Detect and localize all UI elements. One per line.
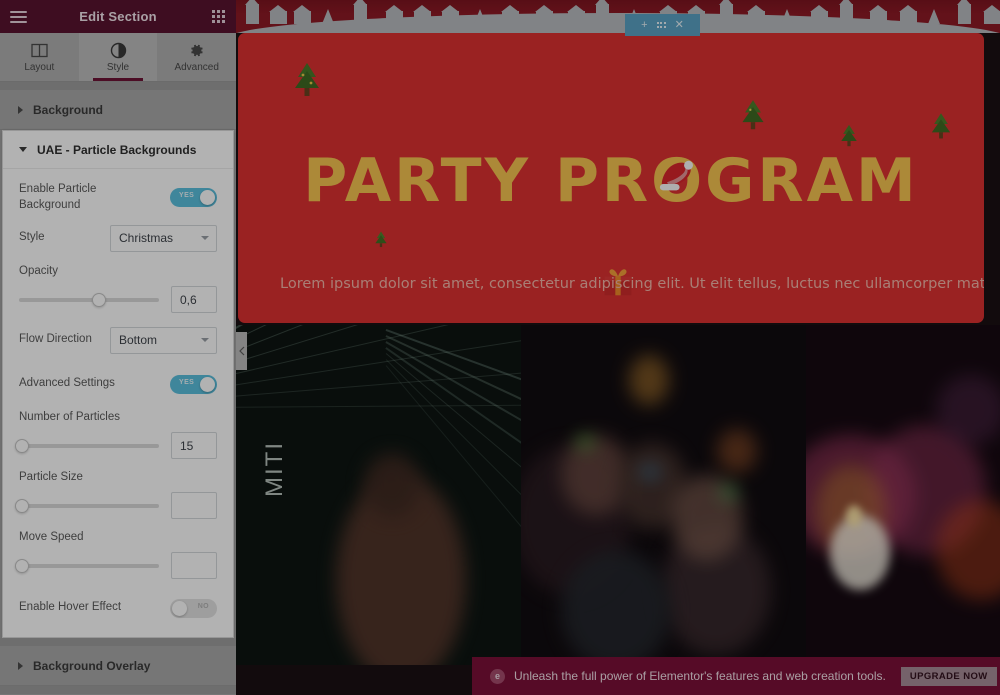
opacity-slider-handle[interactable]: [91, 292, 106, 307]
accordion-background-label: Background: [33, 102, 104, 117]
chevron-right-icon: [18, 661, 23, 670]
image-gallery: MITI: [236, 325, 1000, 665]
christmas-tree-particle: [375, 231, 387, 248]
tab-style[interactable]: Style: [78, 33, 158, 81]
close-icon[interactable]: ✕: [675, 19, 684, 31]
flow-direction-select[interactable]: Bottom: [110, 326, 217, 354]
move-speed-value[interactable]: [171, 552, 217, 580]
preview-canvas[interactable]: + ✕ PARTY PROGRAM Lorem ipsum dolor sit …: [236, 0, 1000, 695]
chevron-left-icon: [238, 346, 244, 356]
gallery-image-candle-flowers[interactable]: [806, 325, 1000, 665]
panel-tabs: Layout Style Advanced: [0, 33, 236, 82]
uae-card-body: Enable Particle Background YES Style Chr…: [3, 169, 233, 637]
control-flow-direction: Flow Direction Bottom: [19, 325, 217, 355]
chevron-down-icon: [201, 236, 209, 241]
control-move-speed: Move Speed: [14, 531, 217, 580]
hero-subtitle: Lorem ipsum dolor sit amet, consectetur …: [280, 276, 984, 292]
number-of-particles-slider-handle[interactable]: [14, 438, 29, 453]
columns-icon: [31, 43, 48, 57]
control-particle-size: Particle Size: [14, 471, 217, 520]
tab-layout-label: Layout: [24, 61, 55, 73]
promo-text: Unleash the full power of Elementor's fe…: [514, 669, 886, 683]
style-select-value: Christmas: [119, 231, 174, 246]
chevron-right-icon: [18, 105, 23, 114]
move-speed-label: Move Speed: [19, 531, 84, 544]
particle-size-slider[interactable]: [14, 498, 159, 513]
gear-icon: [191, 44, 203, 56]
contrast-icon: [110, 42, 126, 58]
panel-divider: [0, 686, 236, 695]
enable-hover-effect-label: Enable Hover Effect: [19, 601, 122, 614]
christmas-village-banner: [236, 0, 1000, 33]
move-speed-slider[interactable]: [14, 558, 159, 573]
tab-advanced-label: Advanced: [174, 61, 219, 73]
miti-wall-text: MITI: [261, 441, 288, 497]
opacity-value[interactable]: 0,6: [171, 286, 217, 314]
elementor-promo-bar: e Unleash the full power of Elementor's …: [472, 657, 1000, 695]
accordion-background[interactable]: Background: [0, 90, 236, 130]
flow-direction-label: Flow Direction: [19, 333, 92, 346]
hero-title: PARTY PROGRAM: [303, 146, 919, 216]
opacity-slider[interactable]: [19, 292, 159, 307]
toggle-value: YES: [179, 192, 195, 200]
drag-dots-icon[interactable]: [656, 22, 666, 28]
gallery-image-crowd[interactable]: [521, 325, 806, 665]
panel-title: Edit Section: [79, 9, 157, 24]
editor-panel: Edit Section Layout Style Advanced Backg…: [0, 0, 236, 695]
control-advanced-settings: Advanced Settings YES: [19, 369, 217, 399]
advanced-settings-label: Advanced Settings: [19, 377, 115, 390]
enable-particle-background-toggle[interactable]: YES: [170, 188, 217, 208]
uae-card-header[interactable]: UAE - Particle Backgrounds: [3, 131, 233, 169]
particle-size-label: Particle Size: [19, 471, 83, 484]
chevron-down-icon: [19, 147, 27, 152]
control-enable-particle-background: Enable Particle Background YES: [19, 182, 217, 213]
style-label: Style: [19, 231, 45, 244]
hamburger-icon[interactable]: [0, 8, 36, 26]
control-style: Style Christmas: [19, 223, 217, 253]
toggle-knob: [200, 190, 215, 206]
plus-icon[interactable]: +: [641, 19, 647, 31]
control-enable-hover-effect: Enable Hover Effect NO: [19, 593, 217, 623]
chevron-down-icon: [201, 338, 209, 343]
particle-size-slider-handle[interactable]: [14, 498, 29, 513]
panel-divider: [0, 82, 236, 90]
control-number-of-particles: Number of Particles 15: [14, 411, 217, 460]
elementor-logo-icon: e: [490, 668, 505, 684]
advanced-settings-toggle[interactable]: YES: [170, 374, 217, 394]
control-opacity: Opacity 0,6: [19, 265, 217, 314]
grid-widgets-icon[interactable]: [200, 10, 236, 23]
panel-header: Edit Section: [0, 0, 236, 33]
style-select[interactable]: Christmas: [110, 224, 217, 252]
move-speed-slider-handle[interactable]: [14, 558, 29, 573]
section-toolbar[interactable]: + ✕: [625, 14, 700, 36]
tab-style-label: Style: [106, 61, 130, 73]
christmas-tree-particle: [295, 63, 319, 96]
christmas-tree-particle: [931, 113, 951, 139]
elementor-editor-screen: + ✕ PARTY PROGRAM Lorem ipsum dolor sit …: [0, 0, 1000, 695]
toggle-value: NO: [197, 602, 209, 610]
hero-section[interactable]: PARTY PROGRAM Lorem ipsum dolor sit amet…: [238, 33, 984, 323]
number-of-particles-label: Number of Particles: [19, 411, 120, 424]
opacity-label: Opacity: [19, 265, 58, 278]
uae-card-title: UAE - Particle Backgrounds: [37, 142, 197, 157]
panel-divider: [0, 638, 236, 647]
christmas-tree-particle: [742, 100, 764, 130]
uae-particle-backgrounds-card: UAE - Particle Backgrounds Enable Partic…: [2, 130, 234, 639]
toggle-knob: [172, 600, 187, 616]
number-of-particles-slider[interactable]: [14, 438, 159, 453]
gallery-image-laser-show[interactable]: MITI: [236, 325, 521, 665]
flow-direction-select-value: Bottom: [119, 333, 158, 348]
enable-hover-effect-toggle[interactable]: NO: [170, 598, 217, 618]
enable-particle-background-label: Enable Particle Background: [19, 183, 97, 211]
number-of-particles-value[interactable]: 15: [171, 432, 217, 460]
accordion-background-overlay-label: Background Overlay: [33, 658, 151, 673]
panel-collapse-handle[interactable]: [236, 332, 247, 370]
toggle-value: YES: [179, 378, 195, 386]
upgrade-now-button[interactable]: UPGRADE NOW: [900, 666, 997, 686]
tab-layout[interactable]: Layout: [0, 33, 79, 81]
toggle-knob: [200, 376, 215, 392]
accordion-background-overlay[interactable]: Background Overlay: [0, 646, 236, 687]
particle-size-value[interactable]: [171, 492, 217, 520]
tab-advanced[interactable]: Advanced: [157, 33, 236, 81]
